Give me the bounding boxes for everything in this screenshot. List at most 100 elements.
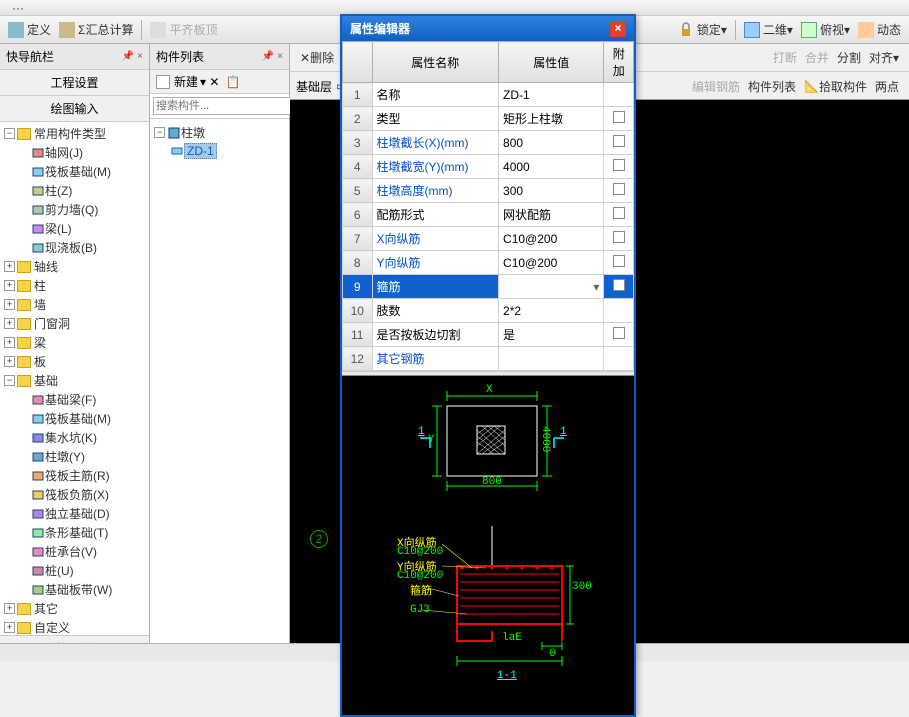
align-button[interactable]: 对齐 ▾ bbox=[865, 47, 903, 68]
property-row[interactable]: 6配筋形式网状配筋 bbox=[343, 203, 634, 227]
new-icon[interactable] bbox=[156, 75, 170, 89]
complist-button[interactable]: 构件列表 bbox=[744, 76, 800, 97]
pin-icon[interactable]: 📌 × bbox=[122, 51, 143, 62]
checkbox-icon[interactable] bbox=[613, 279, 625, 291]
layer-selector[interactable]: 基础层 bbox=[296, 78, 332, 95]
checkbox-icon[interactable] bbox=[613, 255, 625, 267]
menu-item[interactable]: ··· bbox=[4, 1, 32, 15]
property-row[interactable]: 7X向纵筋C10@200 bbox=[343, 227, 634, 251]
tab-draw-input[interactable]: 绘图输入 bbox=[0, 96, 149, 122]
tree-node[interactable]: −常用构件类型 bbox=[2, 124, 147, 143]
prop-add[interactable] bbox=[604, 155, 634, 179]
break-button[interactable]: 打断 bbox=[769, 47, 801, 68]
prop-add[interactable] bbox=[604, 83, 634, 107]
define-button[interactable]: 定义 bbox=[4, 19, 55, 40]
new-button[interactable]: 新建 bbox=[174, 73, 198, 90]
search-input[interactable] bbox=[153, 97, 301, 115]
expand-icon[interactable]: + bbox=[4, 356, 15, 367]
property-row[interactable]: 9箍筋▾ bbox=[343, 275, 634, 299]
prop-add[interactable] bbox=[604, 131, 634, 155]
expand-icon[interactable]: + bbox=[4, 318, 15, 329]
property-row[interactable]: 1名称ZD-1 bbox=[343, 83, 634, 107]
prop-value[interactable] bbox=[499, 347, 604, 371]
checkbox-icon[interactable] bbox=[613, 327, 625, 339]
tree-node[interactable]: 剪力墙(Q) bbox=[2, 200, 147, 219]
pickcomp-button[interactable]: 📐 拾取构件 bbox=[800, 76, 871, 97]
tree-node[interactable]: +墙 bbox=[2, 295, 147, 314]
collapse-icon[interactable]: − bbox=[154, 127, 165, 138]
checkbox-icon[interactable] bbox=[613, 135, 625, 147]
checkbox-icon[interactable] bbox=[613, 183, 625, 195]
tree-node-pier[interactable]: − 柱墩 bbox=[154, 123, 285, 142]
tree-node[interactable]: 柱(Z) bbox=[2, 181, 147, 200]
tree-node[interactable]: 柱墩(Y) bbox=[2, 447, 147, 466]
tree-node[interactable]: 筏板负筋(X) bbox=[2, 485, 147, 504]
tree-node[interactable]: +梁 bbox=[2, 333, 147, 352]
tree-node[interactable]: +轴线 bbox=[2, 257, 147, 276]
prop-add[interactable] bbox=[604, 251, 634, 275]
lock-button[interactable]: 锁定 ▾ bbox=[674, 19, 731, 40]
prop-value[interactable]: 是 bbox=[499, 323, 604, 347]
tree-node[interactable]: +其它 bbox=[2, 599, 147, 618]
tree-node[interactable]: 独立基础(D) bbox=[2, 504, 147, 523]
expand-icon[interactable]: + bbox=[4, 280, 15, 291]
prop-add[interactable] bbox=[604, 347, 634, 371]
prop-add[interactable] bbox=[604, 275, 634, 299]
property-row[interactable]: 10肢数2*2 bbox=[343, 299, 634, 323]
tree-node[interactable]: +板 bbox=[2, 352, 147, 371]
prop-value[interactable]: 800 bbox=[499, 131, 604, 155]
split-button[interactable]: 分割 bbox=[833, 47, 865, 68]
tree-node[interactable]: 筏板基础(M) bbox=[2, 409, 147, 428]
tree-node[interactable]: 集水坑(K) bbox=[2, 428, 147, 447]
prop-value[interactable]: ▾ bbox=[499, 275, 604, 299]
tree-node-zd1[interactable]: ZD-1 bbox=[154, 142, 285, 160]
align-top-button[interactable]: 平齐板顶 bbox=[146, 19, 221, 40]
checkbox-icon[interactable] bbox=[613, 111, 625, 123]
property-row[interactable]: 2类型矩形上柱墩 bbox=[343, 107, 634, 131]
dropdown-icon[interactable]: ▾ ✕ bbox=[200, 75, 219, 89]
prop-add[interactable] bbox=[604, 179, 634, 203]
expand-icon[interactable]: + bbox=[4, 622, 15, 633]
editrebar-button[interactable]: 编辑钢筋 bbox=[688, 76, 744, 97]
component-tree[interactable]: − 柱墩 ZD-1 bbox=[150, 119, 289, 661]
property-row[interactable]: 5柱墩高度(mm)300 bbox=[343, 179, 634, 203]
property-row[interactable]: 8Y向纵筋C10@200 bbox=[343, 251, 634, 275]
checkbox-icon[interactable] bbox=[613, 159, 625, 171]
tree-node[interactable]: +自定义 bbox=[2, 618, 147, 635]
prop-add[interactable] bbox=[604, 227, 634, 251]
expand-icon[interactable]: + bbox=[4, 299, 15, 310]
tree-node[interactable]: 现浇板(B) bbox=[2, 238, 147, 257]
prop-value[interactable]: C10@200 bbox=[499, 227, 604, 251]
expand-icon[interactable]: − bbox=[4, 128, 15, 139]
prop-value[interactable]: ZD-1 bbox=[499, 83, 604, 107]
expand-icon[interactable]: + bbox=[4, 603, 15, 614]
sumcalc-button[interactable]: Σ 汇总计算 bbox=[55, 19, 137, 40]
prop-add[interactable] bbox=[604, 323, 634, 347]
expand-icon[interactable]: + bbox=[4, 337, 15, 348]
tree-node[interactable]: −基础 bbox=[2, 371, 147, 390]
property-row[interactable]: 3柱墩截长(X)(mm)800 bbox=[343, 131, 634, 155]
tree-node[interactable]: 轴网(J) bbox=[2, 143, 147, 162]
expand-icon[interactable]: − bbox=[4, 375, 15, 386]
expand-icon[interactable]: + bbox=[4, 261, 15, 272]
tree-node[interactable]: +门窗洞 bbox=[2, 314, 147, 333]
tree-node[interactable]: 梁(L) bbox=[2, 219, 147, 238]
prop-add[interactable] bbox=[604, 107, 634, 131]
property-row[interactable]: 4柱墩截宽(Y)(mm)4000 bbox=[343, 155, 634, 179]
component-type-tree[interactable]: −常用构件类型轴网(J)筏板基础(M)柱(Z)剪力墙(Q)梁(L)现浇板(B)+… bbox=[0, 122, 149, 635]
close-icon[interactable]: × bbox=[610, 21, 626, 37]
tree-node[interactable]: 基础梁(F) bbox=[2, 390, 147, 409]
checkbox-icon[interactable] bbox=[613, 207, 625, 219]
view2d-button[interactable]: 二维 ▾ bbox=[740, 19, 797, 40]
tree-node[interactable]: 筏板主筋(R) bbox=[2, 466, 147, 485]
prop-value[interactable]: C10@200 bbox=[499, 251, 604, 275]
property-row[interactable]: 12其它钢筋 bbox=[343, 347, 634, 371]
dialog-titlebar[interactable]: 属性编辑器 × bbox=[342, 16, 634, 41]
checkbox-icon[interactable] bbox=[613, 231, 625, 243]
tree-node[interactable]: 基础板带(W) bbox=[2, 580, 147, 599]
property-row[interactable]: 11是否按板边切割是 bbox=[343, 323, 634, 347]
prop-value[interactable]: 4000 bbox=[499, 155, 604, 179]
tab-project-settings[interactable]: 工程设置 bbox=[0, 70, 149, 96]
dynview-button[interactable]: 动态 bbox=[854, 19, 905, 40]
copy-icon[interactable]: 📋 bbox=[225, 75, 240, 89]
